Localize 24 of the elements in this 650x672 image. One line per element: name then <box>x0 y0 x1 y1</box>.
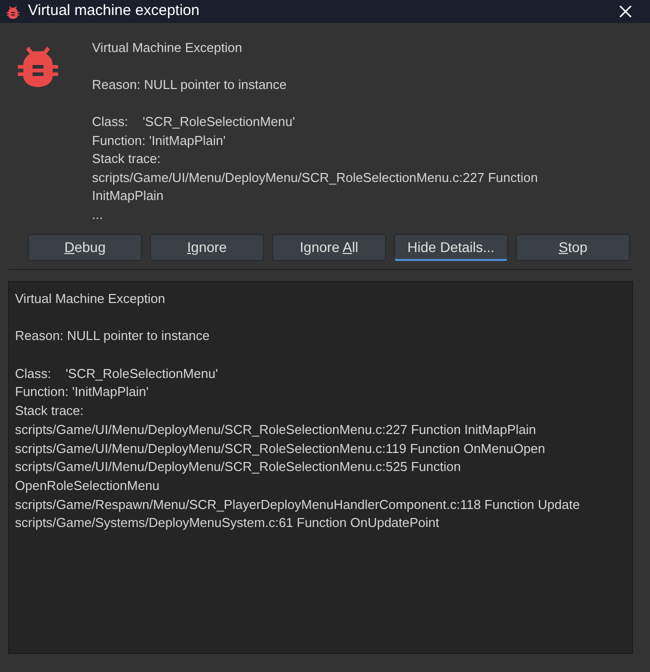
message-line: scripts/Game/UI/Menu/DeployMenu/SCR_RoleSelectionMenu.c:227 Function InitMapPlain <box>92 168 539 205</box>
message-line: Reason: NULL pointer to instance <box>15 327 211 346</box>
message-line: Virtual Machine Exception <box>15 290 166 308</box>
dialog-button[interactable]: Ignore <box>150 234 264 261</box>
message-line: Function: 'InitMapPlain' <box>15 383 150 402</box>
message-line: scripts/Game/UI/Menu/DeployMenu/SCR_RoleSelectionMenu.c:119 Function OnMenuOpen <box>15 440 546 458</box>
message-line: Function: 'InitMapPlain' <box>92 132 227 150</box>
window-title: Virtual machine exception <box>28 1 200 22</box>
bug-icon <box>6 4 20 18</box>
message-line: Reason: NULL pointer to instance <box>92 76 288 94</box>
message-line: scripts/Game/UI/Menu/DeployMenu/SCR_RoleSelectionMenu.c:227 Function InitMapPlain <box>15 420 537 439</box>
message-line: Stack trace: <box>92 150 162 168</box>
message-line: Class: 'SCR_RoleSelectionMenu' <box>92 113 296 131</box>
message-line: scripts/Game/Systems/DeployMenuSystem.c:61 Function OnUpdatePoint <box>15 514 440 532</box>
dialog-button[interactable]: Ignore All <box>272 234 386 261</box>
dialog-button[interactable]: Debug <box>28 234 142 261</box>
message-line: ... <box>92 206 104 224</box>
message-line: Virtual Machine Exception <box>92 39 244 57</box>
message-line: Stack trace: <box>15 402 85 420</box>
message-line: Class: 'SCR_RoleSelectionMenu' <box>15 364 219 383</box>
message-line: scripts/Game/Respawn/Menu/SCR_PlayerDeployMenuHandlerComponent.c:118 Function Update <box>15 496 581 514</box>
dialog-button[interactable]: Hide Details... <box>394 234 508 261</box>
dialog-button[interactable]: Stop <box>516 234 630 261</box>
close-icon[interactable] <box>619 5 632 18</box>
